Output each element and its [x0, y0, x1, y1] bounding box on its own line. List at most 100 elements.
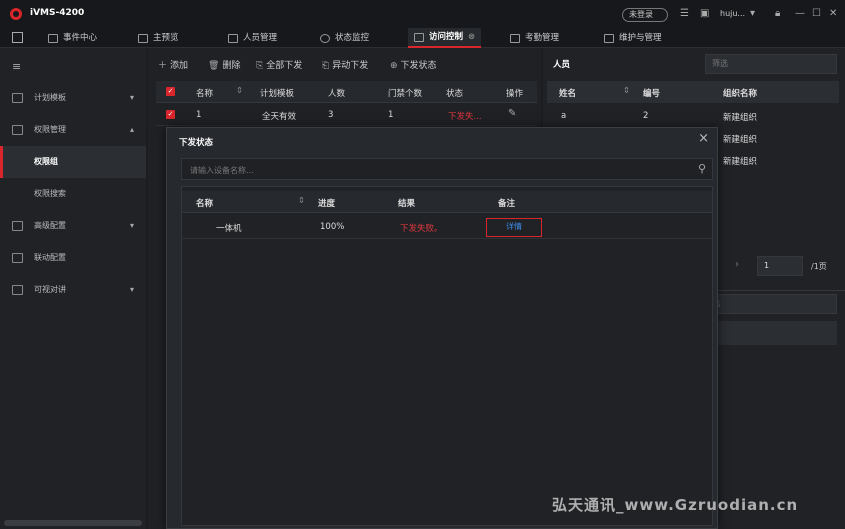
- column-header-persons[interactable]: 人数: [328, 87, 345, 99]
- device-search-input[interactable]: 请输入设备名称... ⚲: [181, 158, 713, 180]
- apply-status-dialog: 下发状态 × 请输入设备名称... ⚲ 名称 ⇕ 进度 结果 备注 一体机 10…: [166, 127, 718, 529]
- list-icon[interactable]: ☰: [680, 8, 689, 19]
- table-row[interactable]: 一体机 100% 下发失败。 详情: [182, 215, 712, 239]
- sidebar-item-linkage-config[interactable]: 联动配置: [0, 242, 146, 274]
- sort-icon[interactable]: ⇕: [623, 86, 630, 96]
- device-progress: 100%: [320, 222, 345, 232]
- sidebar-item-advanced-config[interactable]: 高级配置 ▾: [0, 210, 146, 242]
- door-icon: [414, 32, 424, 42]
- column-header-person-name[interactable]: 姓名: [559, 87, 576, 99]
- apply-all-button[interactable]: ⎘ 全部下发: [256, 58, 302, 71]
- sidebar-scrollbar[interactable]: [4, 520, 142, 526]
- device-name: 一体机: [216, 224, 242, 234]
- table-header: ✓ 名称 ⇕ 计划模板 人数 门禁个数 状态 操作: [156, 81, 537, 103]
- app-logo-icon: [10, 8, 22, 20]
- sidebar: ≡ 计划模板 ▾ 权限管理 ▴ 权限组 权限搜索 高级配置 ▾ 联动配置 可视对讲 ▾: [0, 48, 146, 529]
- monitor-icon: [138, 33, 148, 43]
- tab-event-center[interactable]: 事件中心: [48, 28, 97, 48]
- lock-icon: [12, 125, 23, 135]
- grid-menu-icon[interactable]: [12, 32, 23, 43]
- search-icon[interactable]: ⚲: [698, 162, 706, 175]
- person-filter-input[interactable]: 筛选: [705, 54, 837, 74]
- lock-icon[interactable]: 🔒︎: [775, 8, 780, 19]
- minimize-icon[interactable]: —: [795, 8, 805, 19]
- chevron-down-icon: ▾: [129, 221, 134, 230]
- person-name: a: [561, 111, 567, 121]
- person-row[interactable]: a 2 新建组织: [547, 104, 839, 126]
- column-header-org[interactable]: 组织名称: [723, 87, 757, 99]
- column-header-person-id[interactable]: 编号: [643, 87, 660, 99]
- trash-icon: 🗑︎: [208, 61, 220, 71]
- person-panel-title: 人员: [553, 60, 571, 70]
- linkage-icon: [12, 253, 23, 263]
- close-icon[interactable]: ✕: [829, 8, 837, 19]
- sidebar-item-permission-group[interactable]: 权限组: [0, 146, 146, 178]
- app-title: iVMS-4200: [30, 8, 85, 18]
- status-icon: [320, 33, 330, 43]
- edit-icon[interactable]: ✎: [508, 108, 516, 119]
- tab-bar: 事件中心 主预览 人员管理 状态监控 访问控制 ⊗ 考勤管理 维护与管理: [0, 28, 845, 48]
- person-card-icon: [228, 33, 238, 43]
- column-header-template[interactable]: 计划模板: [260, 87, 294, 99]
- row-checkbox[interactable]: ✓: [166, 110, 175, 119]
- tab-maintenance[interactable]: 维护与管理: [604, 28, 662, 48]
- details-link[interactable]: 详情: [486, 218, 542, 237]
- download-icon: ⊕: [390, 61, 398, 71]
- template-icon: [12, 93, 23, 103]
- chevron-down-icon: ▾: [129, 93, 134, 102]
- tab-status-monitor[interactable]: 状态监控: [320, 28, 369, 48]
- dialog-title: 下发状态: [179, 138, 214, 148]
- select-all-checkbox[interactable]: ✓: [166, 87, 175, 96]
- add-button[interactable]: ＋添加: [158, 58, 188, 71]
- sidebar-item-permission-search[interactable]: 权限搜索: [0, 178, 146, 210]
- second-filter-input[interactable]: 选: [705, 294, 837, 314]
- column-header-doors[interactable]: 门禁个数: [388, 87, 422, 99]
- maximize-icon[interactable]: ☐: [812, 8, 821, 19]
- plus-icon: ＋: [158, 61, 168, 71]
- person-org: 新建组织: [723, 135, 758, 145]
- column-header-name[interactable]: 名称: [196, 87, 213, 99]
- column-header-device-name[interactable]: 名称: [196, 197, 213, 209]
- sync-icon: ⎗: [322, 61, 330, 71]
- row-persons: 3: [328, 110, 334, 120]
- sidebar-item-video-intercom[interactable]: 可视对讲 ▾: [0, 274, 146, 306]
- tab-close-icon[interactable]: ⊗: [468, 28, 475, 46]
- column-header-status[interactable]: 状态: [446, 87, 463, 99]
- tab-attendance[interactable]: 考勤管理: [510, 28, 559, 48]
- delete-button[interactable]: 🗑︎ 删除: [208, 58, 240, 71]
- maintenance-icon: [604, 33, 614, 43]
- sort-icon[interactable]: ⇕: [298, 196, 305, 206]
- second-table-header: [705, 321, 837, 345]
- event-icon: [48, 33, 58, 43]
- column-header-progress[interactable]: 进度: [318, 197, 335, 209]
- row-template: 全天有效: [262, 112, 297, 122]
- user-menu[interactable]: huju...: [720, 9, 745, 18]
- tab-access-control[interactable]: 访问控制 ⊗: [408, 28, 482, 48]
- hamburger-menu-icon[interactable]: ≡: [12, 60, 21, 73]
- watermark: 弘天通讯_www.Gzruodian.cn: [552, 496, 799, 514]
- column-header-remark[interactable]: 备注: [498, 197, 515, 209]
- close-icon[interactable]: ×: [698, 131, 709, 146]
- page-total: /1页: [811, 262, 827, 271]
- device-status-table: 名称 ⇕ 进度 结果 备注 一体机 100% 下发失败。 详情: [181, 186, 713, 526]
- column-header-actions[interactable]: 操作: [506, 87, 523, 99]
- search-placeholder: 请输入设备名称...: [190, 166, 254, 175]
- table-row[interactable]: ✓ 1 全天有效 3 1 下发失... ✎: [156, 104, 537, 126]
- tab-person-management[interactable]: 人员管理: [228, 28, 277, 48]
- row-name: 1: [196, 110, 202, 120]
- apply-status-button[interactable]: ⊕ 下发状态: [390, 58, 437, 71]
- next-page-icon[interactable]: ›: [735, 259, 739, 270]
- apply-changes-button[interactable]: ⎗ 异动下发: [322, 58, 368, 71]
- page-number-input[interactable]: 1: [757, 256, 803, 276]
- sidebar-item-schedule-template[interactable]: 计划模板 ▾: [0, 82, 146, 114]
- advanced-config-icon: [12, 221, 23, 231]
- tab-main-view[interactable]: 主预览: [138, 28, 179, 48]
- chevron-down-icon[interactable]: ▾: [750, 8, 755, 19]
- sidebar-item-permission-management[interactable]: 权限管理 ▴: [0, 114, 146, 146]
- sort-icon[interactable]: ⇕: [236, 86, 243, 96]
- image-icon[interactable]: ▣: [700, 8, 709, 19]
- title-bar: iVMS-4200 未登录 ☰ ▣ huju... ▾ 🔒︎ — ☐ ✕: [0, 0, 845, 28]
- column-header-result[interactable]: 结果: [398, 197, 415, 209]
- login-status-badge[interactable]: 未登录: [622, 8, 668, 22]
- row-status[interactable]: 下发失...: [448, 110, 482, 122]
